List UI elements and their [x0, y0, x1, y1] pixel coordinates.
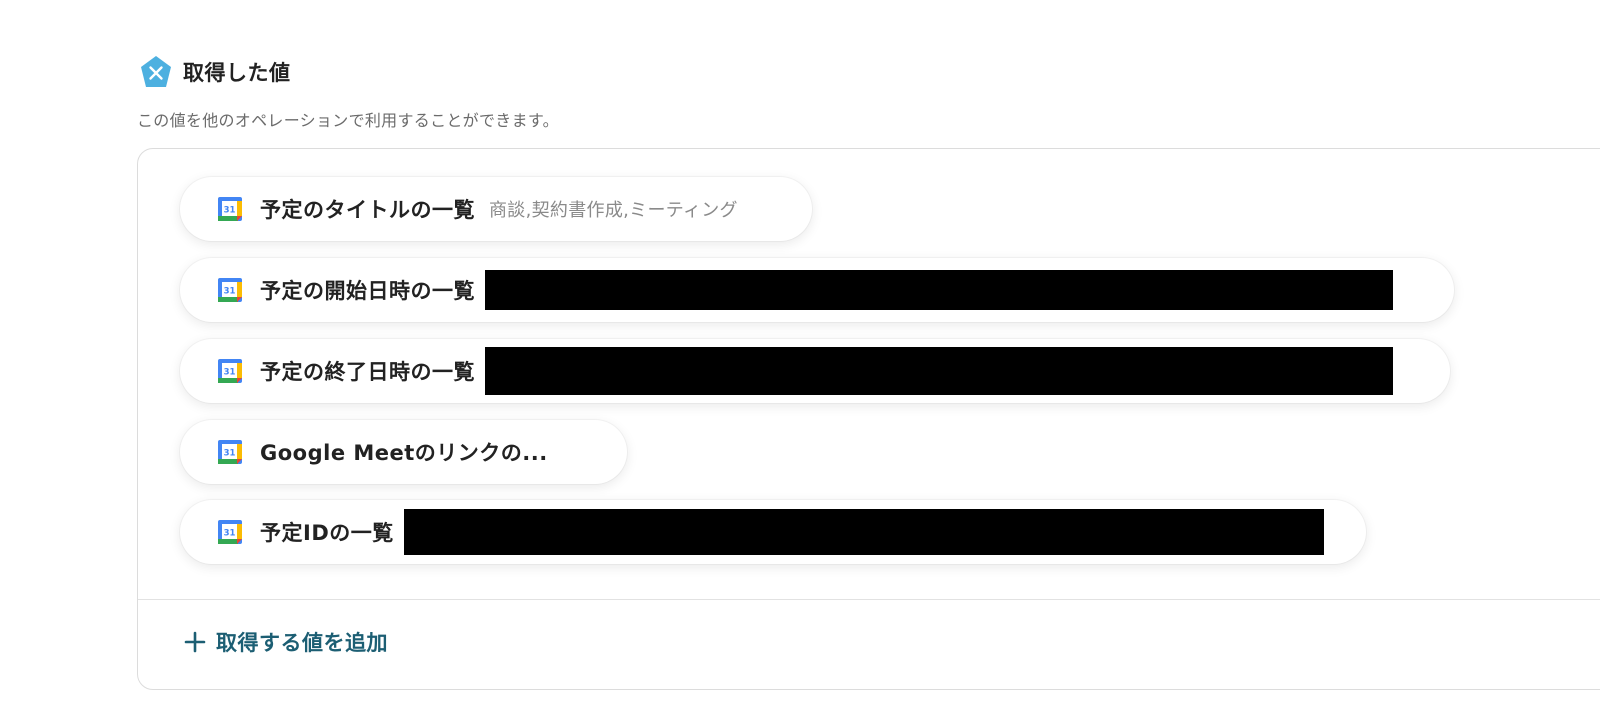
redacted-value [403, 509, 1324, 555]
svg-text:31: 31 [224, 449, 236, 459]
google-calendar-icon: 31 [218, 359, 242, 383]
google-calendar-icon: 31 [218, 278, 242, 302]
svg-text:31: 31 [224, 287, 236, 297]
value-chip-event-titles[interactable]: 31 予定のタイトルの一覧 商談,契約書作成,ミーティング [180, 177, 812, 241]
svg-text:31: 31 [224, 529, 236, 539]
google-calendar-icon: 31 [218, 440, 242, 464]
redacted-value [485, 347, 1393, 395]
google-calendar-icon: 31 [218, 197, 242, 221]
google-calendar-icon: 31 [218, 520, 242, 544]
redacted-value [485, 270, 1393, 310]
value-chip-label: 予定IDの一覧 [260, 521, 394, 545]
page: 取得した値 この値を他のオペレーションで利用することができます。 31 予定のタ… [0, 0, 1600, 722]
svg-text:31: 31 [224, 368, 236, 378]
value-chip-start-times[interactable]: 31 予定の開始日時の一覧 [180, 258, 1454, 322]
svg-text:31: 31 [224, 206, 236, 216]
values-card: 31 予定のタイトルの一覧 商談,契約書作成,ミーティング 31 予定の開始日時… [137, 148, 1600, 690]
section-title: 取得した値 [183, 61, 291, 85]
value-chip-label: 予定の開始日時の一覧 [260, 279, 475, 303]
plus-icon [184, 631, 206, 653]
value-chip-label: Google Meetのリンクの... [260, 441, 548, 465]
x-variable-icon [141, 56, 171, 87]
section-description: この値を他のオペレーションで利用することができます。 [137, 111, 559, 130]
value-chip-meet-links[interactable]: 31 Google Meetのリンクの... [180, 420, 627, 484]
value-chip-event-ids[interactable]: 31 予定IDの一覧 [180, 500, 1366, 564]
add-value-button[interactable]: 取得する値を追加 [184, 627, 388, 657]
add-value-label: 取得する値を追加 [216, 631, 388, 655]
card-divider [138, 599, 1600, 600]
section-header: 取得した値 [139, 55, 291, 89]
value-chip-label: 予定のタイトルの一覧 [260, 198, 475, 222]
value-chip-end-times[interactable]: 31 予定の終了日時の一覧 [180, 339, 1450, 403]
value-chip-sample: 商談,契約書作成,ミーティング [489, 200, 738, 221]
value-chip-label: 予定の終了日時の一覧 [260, 360, 475, 384]
